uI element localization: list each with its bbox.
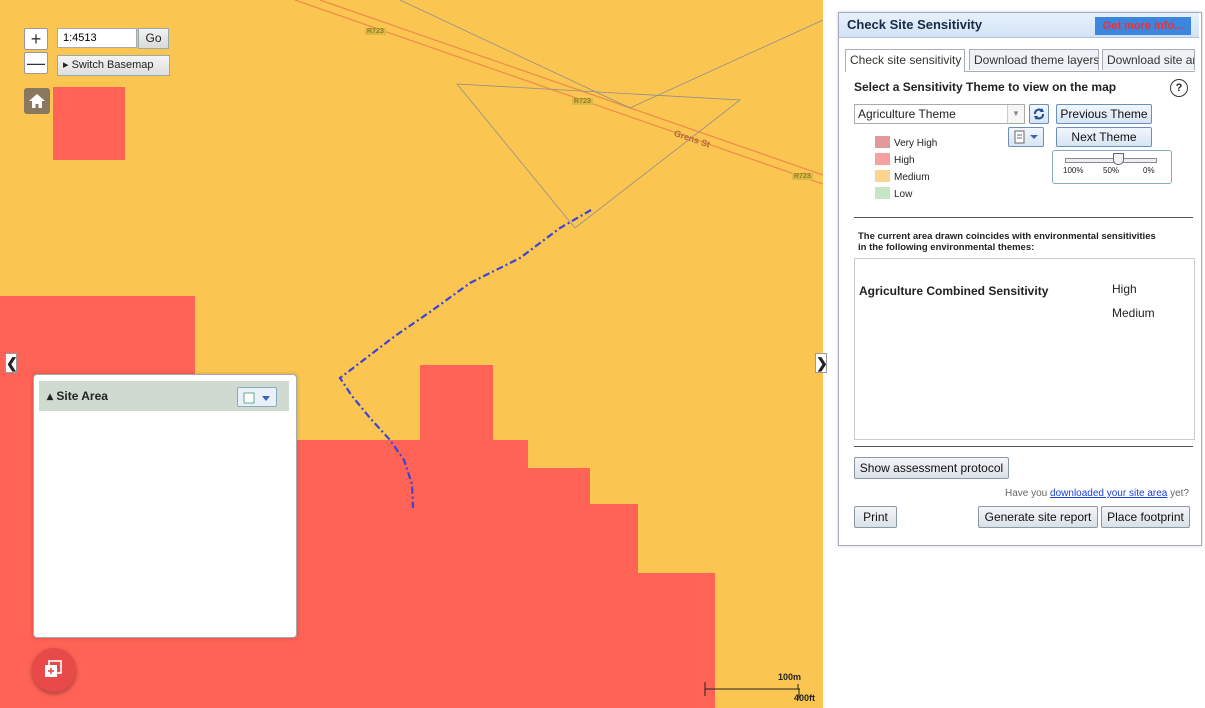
select-theme-heading: Select a Sensitivity Theme to view on th… [854, 80, 1117, 94]
slider-tick-100: 100% [1063, 166, 1084, 175]
refresh-icon [1034, 108, 1044, 120]
legend-swatch-medium [875, 170, 890, 182]
collapse-right-button[interactable]: ❯ [815, 353, 828, 373]
result-value-high: High [1112, 282, 1137, 296]
slider-tick-50: 50% [1103, 166, 1120, 175]
parcel-line [629, 19, 823, 109]
home-icon [29, 94, 45, 108]
result-theme-name: Agriculture Combined Sensitivity [859, 284, 1049, 298]
tab-download-site-area[interactable]: Download site area [1102, 49, 1195, 70]
home-button[interactable] [24, 88, 50, 114]
get-more-info-button[interactable]: Get more info... [1095, 17, 1191, 35]
tab-check-site-sensitivity[interactable]: Check site sensitivity [845, 49, 965, 72]
show-assessment-protocol-button[interactable]: Show assessment protocol [854, 457, 1009, 479]
scale-input[interactable] [57, 28, 137, 48]
site-area-header[interactable]: ▴ Site Area [39, 381, 289, 411]
next-theme-button[interactable]: Next Theme [1056, 127, 1152, 147]
panel-title: Check Site Sensitivity [847, 17, 983, 32]
download-prompt: Have you downloaded your site area yet? [1005, 488, 1189, 499]
slider-track [1065, 158, 1157, 163]
coincides-text-line2: in the following environmental themes: [858, 242, 1035, 253]
legend-swatch-high [875, 153, 890, 165]
theme-document-button[interactable] [1008, 127, 1044, 147]
legend-swatch-low [875, 187, 890, 199]
sensitivity-results: Agriculture Combined Sensitivity High Me… [854, 258, 1195, 440]
edit-tool-icon [243, 392, 270, 404]
zoom-in-button[interactable]: + [24, 28, 48, 50]
slider-handle[interactable] [1113, 153, 1124, 165]
panel-tabs: Check site sensitivity Download theme la… [845, 49, 1195, 72]
switch-basemap-button[interactable]: ▸ Switch Basemap [57, 55, 170, 76]
zoom-out-button[interactable]: — [24, 52, 48, 74]
legend-swatch-very-high [875, 136, 890, 148]
print-button[interactable]: Print [854, 506, 897, 528]
theme-select[interactable]: Agriculture Theme ▼ [854, 104, 1025, 124]
road-shield: R723 [572, 98, 593, 105]
refresh-theme-button[interactable] [1029, 104, 1049, 124]
divider [854, 446, 1193, 447]
legend-label-low: Low [894, 189, 913, 200]
map-canvas[interactable]: Grens St R723 R723 R723 + — Go ▸ Switch … [0, 0, 823, 708]
scalebar-metric-label: 100m [778, 672, 802, 682]
place-footprint-button[interactable]: Place footprint [1101, 506, 1190, 528]
theme-select-value: Agriculture Theme [858, 107, 956, 121]
divider [854, 217, 1193, 218]
high-area-square [53, 87, 125, 160]
downloaded-site-area-link[interactable]: downloaded your site area [1050, 488, 1167, 499]
map-scalebar: 100m 400ft [700, 672, 820, 708]
road-line [319, 0, 823, 176]
panel-title-bar: Check Site Sensitivity Get more info... [839, 13, 1199, 38]
slider-tick-0: 0% [1143, 166, 1155, 175]
layers-plus-icon [45, 660, 62, 677]
coincides-text-line1: The current area drawn coincides with en… [858, 231, 1156, 242]
tab-download-theme-layers[interactable]: Download theme layers [969, 49, 1099, 70]
site-area-tool-button[interactable] [237, 387, 277, 407]
add-layer-fab[interactable] [32, 648, 76, 692]
scalebar-imperial-label: 400ft [794, 693, 816, 703]
chevron-down-icon: ▼ [1007, 105, 1024, 123]
document-icon [1014, 130, 1038, 144]
check-site-sensitivity-panel: Check Site Sensitivity Get more info... … [838, 12, 1202, 546]
generate-site-report-button[interactable]: Generate site report [978, 506, 1098, 528]
previous-theme-button[interactable]: Previous Theme [1056, 104, 1152, 124]
help-button[interactable]: ? [1170, 79, 1188, 97]
road-shield: R723 [792, 173, 813, 180]
result-value-medium: Medium [1112, 306, 1155, 320]
help-icon: ? [1175, 82, 1183, 94]
download-prompt-after: yet? [1167, 488, 1190, 499]
legend-label-very-high: Very High [894, 138, 938, 149]
transparency-slider[interactable]: 100% 50% 0% [1052, 150, 1172, 184]
site-area-panel: ▴ Site Area [33, 374, 297, 638]
legend-label-high: High [894, 155, 915, 166]
download-prompt-before: Have you [1005, 488, 1051, 499]
road-shield: R723 [365, 28, 386, 35]
site-area-title: ▴ Site Area [47, 389, 108, 403]
collapse-left-button[interactable]: ❮ [5, 353, 18, 373]
go-button[interactable]: Go [138, 28, 169, 49]
legend-label-medium: Medium [894, 172, 930, 183]
